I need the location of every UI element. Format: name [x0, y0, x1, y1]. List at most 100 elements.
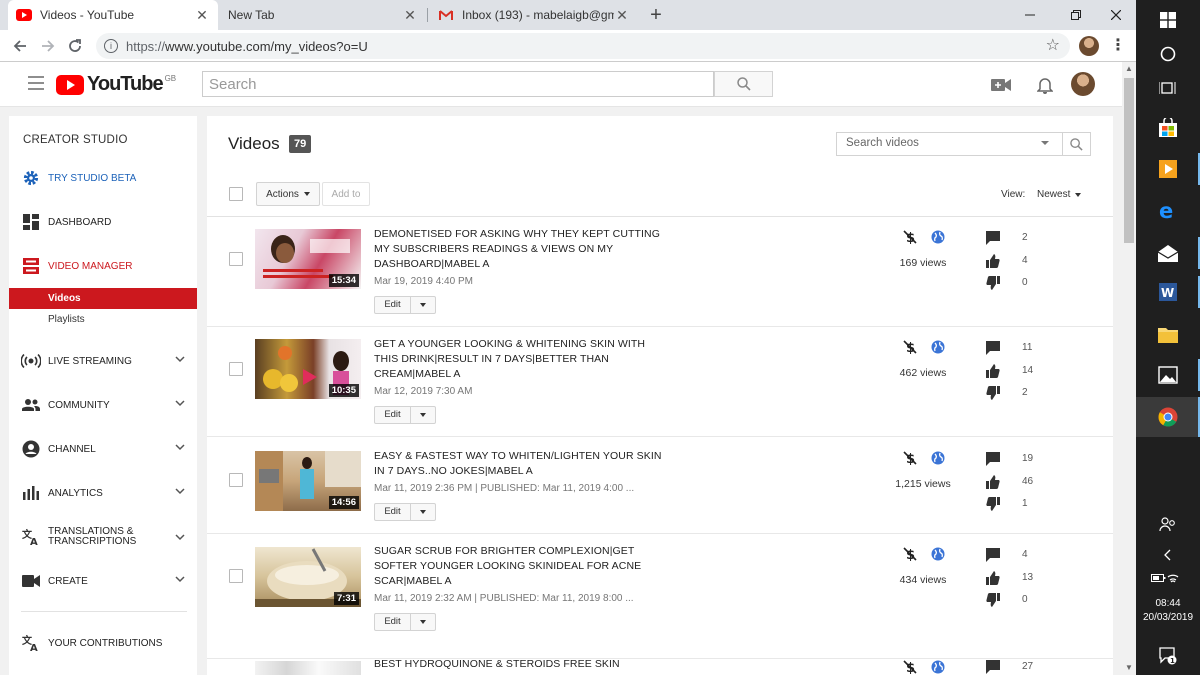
comment-icon[interactable]	[986, 231, 1000, 245]
youtube-logo[interactable]: YouTube GB	[56, 73, 176, 96]
edit-menu-caret-icon[interactable]	[411, 620, 435, 624]
sidebar-item-translations[interactable]: 文A TRANSLATIONS & TRANSCRIPTIONS	[9, 521, 197, 553]
maximize-button[interactable]	[1054, 0, 1098, 30]
forward-button[interactable]	[36, 34, 60, 58]
upload-video-icon[interactable]	[990, 74, 1012, 96]
select-all-checkbox[interactable]	[229, 187, 243, 201]
chevron-down-icon[interactable]	[175, 354, 185, 367]
new-tab-button[interactable]: +	[645, 4, 667, 26]
photos-icon[interactable]	[1136, 355, 1200, 395]
tab-gmail[interactable]: Inbox (193) - mabelaigb@gmail.c ✕	[430, 0, 638, 30]
chevron-down-icon[interactable]	[175, 532, 185, 545]
info-icon[interactable]: i	[104, 39, 118, 53]
minimize-button[interactable]	[1008, 0, 1052, 30]
reload-button[interactable]	[63, 34, 87, 58]
close-window-button[interactable]	[1094, 0, 1138, 30]
thumbs-down-icon[interactable]	[986, 593, 1000, 607]
notifications-bell-icon[interactable]	[1034, 74, 1056, 96]
edit-menu-caret-icon[interactable]	[411, 510, 435, 514]
store-icon[interactable]	[1136, 108, 1200, 148]
chevron-down-icon[interactable]	[175, 398, 185, 411]
edit-menu-caret-icon[interactable]	[411, 413, 435, 417]
edit-button[interactable]: Edit	[374, 296, 436, 314]
video-select-checkbox[interactable]	[229, 362, 243, 376]
sidebar-item-analytics[interactable]: ANALYTICS	[9, 481, 197, 505]
sidebar-subitem-videos[interactable]: Videos	[9, 288, 197, 309]
chrome-icon[interactable]	[1136, 397, 1200, 437]
monetization-icon[interactable]: $	[903, 230, 917, 244]
close-tab-icon[interactable]: ✕	[614, 7, 630, 24]
monetization-icon[interactable]: $	[903, 340, 917, 354]
search-videos-button[interactable]	[1062, 133, 1090, 155]
back-button[interactable]	[8, 34, 32, 58]
thumbs-down-icon[interactable]	[986, 497, 1000, 511]
sidebar-item-video-manager[interactable]: VIDEO MANAGER	[9, 254, 197, 278]
edit-button[interactable]: Edit	[374, 613, 436, 631]
sidebar-item-create[interactable]: CREATE	[9, 569, 197, 593]
video-title[interactable]: GET A YOUNGER LOOKING & WHITENING SKIN W…	[374, 337, 664, 382]
action-center-icon[interactable]: 1	[1136, 636, 1200, 675]
close-tab-icon[interactable]: ✕	[194, 7, 210, 24]
battery-wifi-status-icon[interactable]	[1136, 558, 1200, 598]
account-avatar[interactable]	[1071, 72, 1095, 96]
comment-icon[interactable]	[986, 341, 1000, 355]
sidebar-item-dashboard[interactable]: DASHBOARD	[9, 210, 197, 234]
system-clock[interactable]: 08:44 20/03/2019	[1136, 597, 1200, 625]
video-title[interactable]: SUGAR SCRUB FOR BRIGHTER COMPLEXION|GET …	[374, 544, 664, 589]
address-bar[interactable]: i https://www.youtube.com/my_videos?o=U …	[96, 33, 1070, 59]
video-thumbnail[interactable]: 15:34	[255, 229, 361, 289]
sort-dropdown[interactable]: Newest	[1037, 189, 1082, 200]
search-videos-input[interactable]: Search videos	[836, 132, 1091, 156]
video-thumbnail[interactable]	[255, 661, 361, 675]
add-to-button[interactable]: Add to	[322, 182, 370, 206]
tab-new-tab[interactable]: New Tab ✕	[220, 0, 426, 30]
public-globe-icon[interactable]	[931, 340, 945, 354]
scroll-up-arrow-icon[interactable]: ▲	[1122, 62, 1136, 76]
video-thumbnail[interactable]: 14:56	[255, 451, 361, 511]
monetization-icon[interactable]: $	[903, 451, 917, 465]
bookmark-star-icon[interactable]: ☆	[1046, 35, 1060, 55]
word-icon[interactable]: W	[1136, 272, 1200, 312]
thumbs-up-icon[interactable]	[986, 364, 1000, 378]
video-select-checkbox[interactable]	[229, 569, 243, 583]
hamburger-menu-icon[interactable]	[28, 76, 44, 90]
public-globe-icon[interactable]	[931, 451, 945, 465]
browser-menu-icon[interactable]: ⋮	[1108, 36, 1128, 56]
sidebar-item-live-streaming[interactable]: LIVE STREAMING	[9, 349, 197, 373]
video-title[interactable]: DEMONETISED FOR ASKING WHY THEY KEPT CUT…	[374, 227, 664, 272]
close-tab-icon[interactable]: ✕	[402, 7, 418, 24]
monetization-icon[interactable]: $	[903, 547, 917, 561]
video-select-checkbox[interactable]	[229, 473, 243, 487]
edge-browser-icon[interactable]: e	[1136, 190, 1200, 230]
video-thumbnail[interactable]: 7:31	[255, 547, 361, 607]
public-globe-icon[interactable]	[931, 230, 945, 244]
sidebar-item-channel[interactable]: CHANNEL	[9, 437, 197, 461]
task-view-icon[interactable]	[1136, 68, 1200, 108]
comment-icon[interactable]	[986, 452, 1000, 466]
tab-youtube[interactable]: Videos - YouTube ✕	[8, 0, 218, 30]
edit-button[interactable]: Edit	[374, 406, 436, 424]
thumbs-down-icon[interactable]	[986, 386, 1000, 400]
thumbs-up-icon[interactable]	[986, 571, 1000, 585]
video-thumbnail[interactable]: 10:35	[255, 339, 361, 399]
actions-dropdown-button[interactable]: Actions	[256, 182, 320, 206]
thumbs-up-icon[interactable]	[986, 475, 1000, 489]
yt-search-button[interactable]	[714, 71, 773, 97]
public-globe-icon[interactable]	[931, 660, 945, 674]
sidebar-item-community[interactable]: COMMUNITY	[9, 393, 197, 417]
chevron-down-icon[interactable]	[175, 442, 185, 455]
browser-profile-avatar[interactable]	[1079, 36, 1099, 56]
edit-menu-caret-icon[interactable]	[411, 303, 435, 307]
video-title[interactable]: BEST HYDROQUINONE & STEROIDS FREE SKIN	[374, 657, 664, 672]
comment-icon[interactable]	[986, 660, 1000, 674]
thumbs-down-icon[interactable]	[986, 276, 1000, 290]
search-options-dropdown-icon[interactable]	[1041, 141, 1049, 145]
chevron-down-icon[interactable]	[175, 574, 185, 587]
public-globe-icon[interactable]	[931, 547, 945, 561]
file-explorer-icon[interactable]	[1136, 314, 1200, 354]
thumbs-up-icon[interactable]	[986, 254, 1000, 268]
sidebar-item-try-studio-beta[interactable]: TRY STUDIO BETA	[9, 166, 197, 190]
edit-button[interactable]: Edit	[374, 503, 436, 521]
comment-icon[interactable]	[986, 548, 1000, 562]
monetization-icon[interactable]: $	[903, 660, 917, 674]
